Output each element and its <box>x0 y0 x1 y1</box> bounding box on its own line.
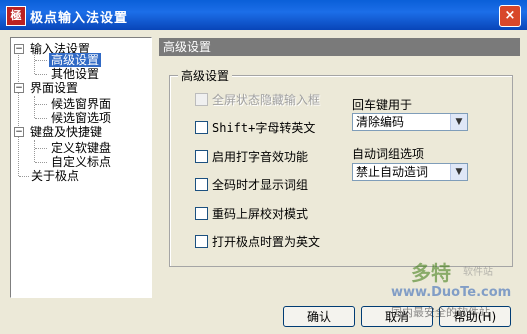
collapse-icon[interactable]: − <box>14 127 24 137</box>
collapse-icon[interactable]: − <box>14 83 24 93</box>
auto-phrase-select[interactable]: 禁止自动造词 ▼ <box>352 163 468 181</box>
watermark: 多特 软件站 www.DuoTe.com 国内最安全的软件站 <box>391 255 512 330</box>
watermark-sub: 软件站 <box>463 267 493 278</box>
tree-node-about[interactable]: 关于极点 <box>31 169 79 183</box>
close-button[interactable]: × <box>499 5 521 27</box>
auto-phrase-label: 自动词组选项 <box>352 147 425 161</box>
settings-tree[interactable]: − 输入法设置 高级设置 其他设置 − 界面设置 候选窗界面 候选窗选项 − 键… <box>10 37 152 298</box>
collapse-icon[interactable]: − <box>14 44 24 54</box>
group-label: 高级设置 <box>178 67 233 84</box>
checkbox-box[interactable] <box>195 207 208 220</box>
settings-window: 極 极点输入法设置 × − 输入法设置 高级设置 其他设置 − 界面设置 候选窗… <box>0 0 527 334</box>
tree-node-advanced[interactable]: 高级设置 <box>49 53 102 67</box>
watermark-site: www.DuoTe.com <box>391 285 512 300</box>
panel-header: 高级设置 <box>159 38 520 56</box>
tree-node-punctuation[interactable]: 自定义标点 <box>51 155 111 169</box>
watermark-brand: 多特 <box>411 261 451 285</box>
tree-node-other[interactable]: 其他设置 <box>51 67 99 81</box>
chevron-down-icon[interactable]: ▼ <box>450 114 467 130</box>
enter-key-label: 回车键用于 <box>352 98 413 112</box>
window-title: 极点输入法设置 <box>30 11 129 26</box>
enter-key-select[interactable]: 清除编码 ▼ <box>352 113 468 131</box>
checkbox-box[interactable] <box>195 178 208 191</box>
tree-node-candidate-options[interactable]: 候选窗选项 <box>51 111 111 125</box>
checkbox-box[interactable] <box>195 93 208 106</box>
title-bar[interactable]: 極 极点输入法设置 × <box>0 0 527 30</box>
tree-node-candidate-ui[interactable]: 候选窗界面 <box>51 97 111 111</box>
chevron-down-icon[interactable]: ▼ <box>450 164 467 180</box>
tree-node-soft-keyboard[interactable]: 定义软键盘 <box>51 141 111 155</box>
watermark-slogan: 国内最安全的软件站 <box>391 306 490 319</box>
checkbox-box[interactable] <box>195 235 208 248</box>
checkbox-box[interactable] <box>195 150 208 163</box>
ok-button[interactable]: 确认 <box>283 306 355 327</box>
checkbox-box[interactable] <box>195 121 208 134</box>
app-icon: 極 <box>6 6 26 26</box>
